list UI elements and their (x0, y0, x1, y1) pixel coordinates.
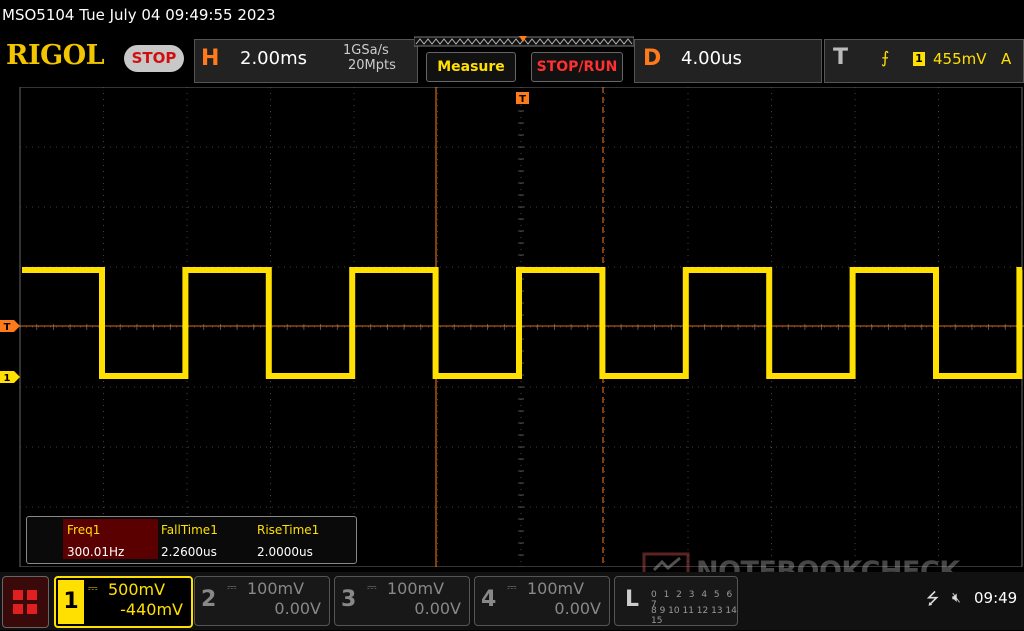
channel-number: 4 (481, 587, 497, 612)
trigger-position-indicator (414, 36, 634, 47)
trigger-mode: A (1001, 50, 1012, 68)
measurement-value: 2.2600us (161, 545, 217, 559)
dc-coupling-icon: ⎓ (88, 581, 98, 595)
trigger-level: 455mV (933, 50, 987, 68)
dc-coupling-icon: ⎓ (507, 580, 517, 594)
svg-text:1: 1 (4, 373, 11, 384)
title-bar: MSO5104 Tue July 04 09:49:55 2023 (0, 0, 1024, 34)
channel-3-box[interactable]: 3 ⎓ 100mV 0.00V (334, 576, 470, 626)
ch1-waveform (22, 267, 1023, 379)
logic-channels-high: 8 9 10 11 12 13 14 15 (651, 606, 737, 626)
trigger-letter: T (833, 45, 849, 70)
svg-text:T: T (4, 322, 11, 333)
measurement-value: 300.01Hz (67, 545, 125, 559)
logic-analyzer-box[interactable]: L 0 1 2 3 4 5 6 7 8 9 10 11 12 13 14 15 (614, 576, 738, 626)
delay-panel[interactable]: D 4.00us (634, 39, 822, 83)
channel-offset: 0.00V (554, 599, 601, 618)
dc-coupling-icon: ⎓ (227, 580, 237, 594)
channel-number: 1 (58, 580, 84, 624)
brand-logo: RIGOL (6, 40, 105, 71)
delay-value: 4.00us (681, 48, 742, 69)
channel-scale: 100mV (387, 579, 445, 598)
main-menu-button[interactable] (2, 576, 49, 628)
channel-scale: 500mV (108, 580, 166, 599)
ch1-offset-marker: 1 (0, 371, 20, 384)
instrument-title: MSO5104 Tue July 04 09:49:55 2023 (2, 6, 276, 24)
delay-letter: D (643, 46, 662, 71)
stop-run-button[interactable]: STOP/RUN (531, 52, 623, 82)
channel-2-box[interactable]: 2 ⎓ 100mV 0.00V (194, 576, 330, 626)
channel-scale: 100mV (247, 579, 305, 598)
channel-4-box[interactable]: 4 ⎓ 100mV 0.00V (474, 576, 610, 626)
system-clock: 09:49 (974, 589, 1018, 607)
measurement-name: RiseTime1 (257, 523, 320, 537)
dc-coupling-icon: ⎓ (367, 580, 377, 594)
channel-number: 2 (201, 587, 217, 612)
channel-scale: 100mV (527, 579, 585, 598)
trigger-source-badge: 1 (913, 52, 925, 66)
logic-letter: L (625, 587, 640, 612)
channel-1-box[interactable]: 1 ⎓ 500mV -440mV (54, 576, 193, 628)
measurement-name: FallTime1 (161, 523, 218, 537)
channel-offset: 0.00V (274, 599, 321, 618)
trigger-panel[interactable]: T ⨍ 1 455mV A (824, 39, 1024, 83)
channel-offset: -440mV (120, 600, 183, 619)
channel-offset: 0.00V (414, 599, 461, 618)
svg-text:T: T (519, 94, 526, 105)
horizontal-panel[interactable]: H 2.00ms 1GSa/s 20Mpts (194, 39, 418, 83)
horizontal-letter: H (201, 46, 220, 71)
run-state-badge[interactable]: STOP (124, 45, 184, 72)
trigger-position-marker: T (516, 92, 529, 105)
measure-button[interactable]: Measure (426, 52, 516, 82)
measurement-table[interactable]: Freq1 300.01Hz FallTime1 2.2600us RiseTi… (26, 516, 357, 564)
memory-depth: 20Mpts (348, 58, 396, 73)
waveform-display[interactable]: T T 1 (0, 87, 1024, 567)
usb-icon[interactable]: ⭍ (926, 588, 939, 615)
channel-number: 3 (341, 587, 357, 612)
rising-edge-icon: ⨍ (881, 48, 890, 67)
grid-menu-icon (13, 590, 37, 614)
timebase-value: 2.00ms (240, 48, 307, 69)
sample-rate: 1GSa/s (343, 43, 389, 58)
measurement-value: 2.0000us (257, 545, 313, 559)
measurement-name: Freq1 (67, 523, 101, 537)
speaker-muted-icon[interactable]: 🔇︎ (952, 590, 961, 606)
trigger-level-marker: T (0, 320, 20, 333)
bottom-bar: 1 ⎓ 500mV -440mV 2 ⎓ 100mV 0.00V 3 ⎓ 100… (0, 572, 1024, 630)
